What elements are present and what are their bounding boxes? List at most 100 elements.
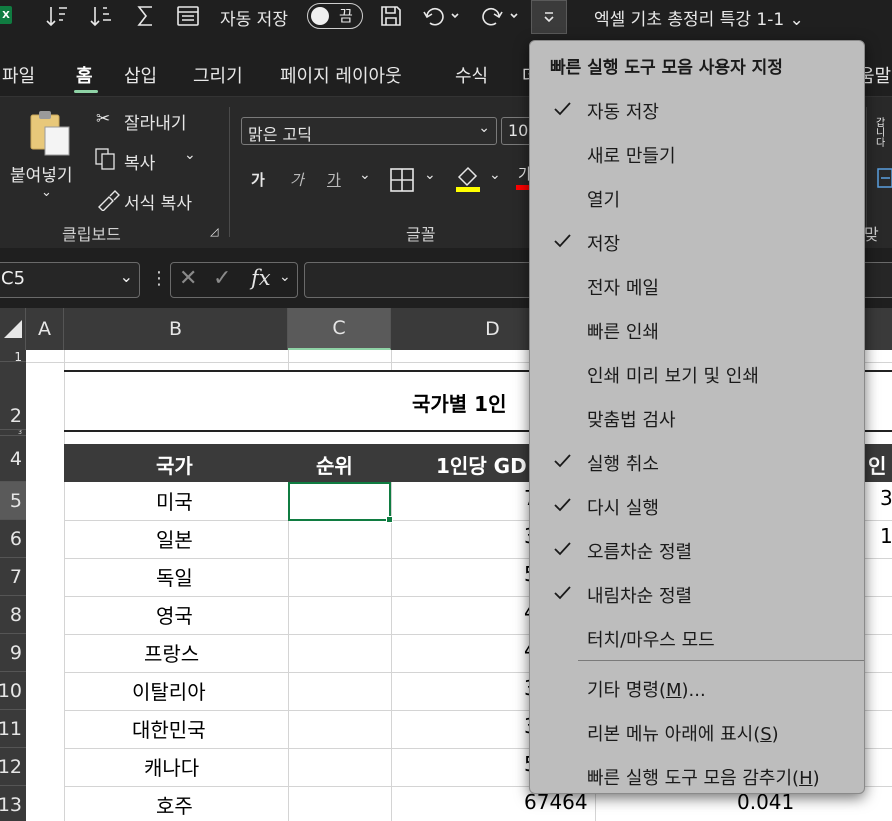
- form-icon[interactable]: [170, 0, 206, 32]
- menu-item-autosave[interactable]: 자동 저장: [530, 87, 864, 131]
- select-all-button[interactable]: [0, 308, 26, 350]
- row-header[interactable]: 2: [0, 362, 26, 430]
- column-header-b[interactable]: B: [64, 308, 288, 350]
- document-title[interactable]: 엑셀 기초 총정리 특강 1-1 ⌄: [594, 5, 804, 30]
- row-header[interactable]: 8: [0, 596, 26, 634]
- menu-item-touch-mode[interactable]: 터치/마우스 모드: [530, 615, 864, 659]
- active-cell-c5[interactable]: [288, 482, 391, 521]
- country-cell[interactable]: 미국: [156, 486, 193, 515]
- paste-chevron-icon[interactable]: ⌄: [41, 185, 52, 200]
- enter-icon[interactable]: ✓: [213, 266, 231, 291]
- growth-cell[interactable]: 1: [880, 524, 892, 548]
- customize-qat-button[interactable]: [531, 0, 567, 34]
- fill-color-chevron-icon[interactable]: ⌄: [489, 167, 501, 183]
- menu-item-open[interactable]: 열기: [530, 175, 864, 219]
- copy-button[interactable]: 복사: [124, 149, 155, 174]
- insert-function-icon[interactable]: fx: [251, 266, 271, 290]
- more-options-icon[interactable]: ⋮: [150, 268, 168, 289]
- menu-item-quick-print[interactable]: 빠른 인쇄: [530, 307, 864, 351]
- merge-icon[interactable]: [876, 167, 892, 189]
- row-header[interactable]: 7: [0, 558, 26, 596]
- fill-color-icon[interactable]: [454, 163, 482, 193]
- menu-item-suffix: )...: [681, 680, 706, 701]
- copy-icon[interactable]: [94, 147, 120, 171]
- row-header[interactable]: 4: [0, 436, 26, 482]
- format-painter-icon[interactable]: [96, 187, 122, 212]
- tab-formulas[interactable]: 수식: [455, 62, 488, 88]
- autosum-icon[interactable]: [128, 0, 164, 32]
- menu-item-hide-toolbar[interactable]: 빠른 실행 도구 모음 감추기(H): [530, 753, 864, 797]
- clipboard-launcher-icon[interactable]: ◿: [210, 225, 218, 238]
- scissors-icon[interactable]: ✂: [96, 109, 110, 129]
- fill-handle[interactable]: [386, 516, 393, 523]
- row-header[interactable]: 11: [0, 710, 26, 748]
- menu-item-label: 새로 만들기: [587, 146, 676, 167]
- menu-item-new[interactable]: 새로 만들기: [530, 131, 864, 175]
- country-cell[interactable]: 영국: [156, 600, 193, 629]
- row-header[interactable]: 10: [0, 672, 26, 710]
- menu-item-print-preview[interactable]: 인쇄 미리 보기 및 인쇄: [530, 351, 864, 395]
- country-cell[interactable]: 일본: [156, 524, 193, 553]
- menu-item-spelling[interactable]: 맞춤법 검사: [530, 395, 864, 439]
- country-cell[interactable]: 캐나다: [144, 752, 199, 781]
- growth-cell[interactable]: 3: [880, 486, 892, 510]
- copy-chevron-icon[interactable]: ⌄: [184, 147, 196, 163]
- paste-button[interactable]: 붙여넣기: [10, 161, 73, 186]
- chevron-down-icon[interactable]: ⌄: [120, 267, 133, 286]
- format-painter-button[interactable]: 서식 복사: [124, 189, 192, 214]
- tab-insert[interactable]: 삽입: [124, 62, 157, 88]
- menu-item-more-commands[interactable]: 기타 명령(M)...: [530, 665, 864, 709]
- cut-button[interactable]: 잘라내기: [124, 109, 187, 134]
- chevron-down-icon[interactable]: ⌄: [279, 269, 291, 285]
- menu-item-email[interactable]: 전자 메일: [530, 263, 864, 307]
- country-cell[interactable]: 프랑스: [144, 638, 199, 667]
- tab-file[interactable]: 파일: [2, 62, 35, 88]
- row-header[interactable]: 13: [0, 786, 26, 821]
- menu-item-sort-ascending[interactable]: 오름차순 정렬: [530, 527, 864, 571]
- borders-chevron-icon[interactable]: ⌄: [424, 167, 436, 183]
- sort-descending-icon[interactable]: [84, 0, 120, 32]
- menu-item-label: 오름차순 정렬: [587, 542, 693, 563]
- row-header[interactable]: 9: [0, 634, 26, 672]
- font-name-value: 맑은 고딕: [248, 125, 312, 144]
- underline-button[interactable]: 가: [327, 169, 341, 190]
- sort-ascending-icon[interactable]: [40, 0, 76, 32]
- tab-draw[interactable]: 그리기: [193, 62, 243, 88]
- country-cell[interactable]: 호주: [156, 790, 193, 819]
- underline-chevron-icon[interactable]: ⌄: [359, 167, 371, 183]
- autosave-label: 자동 저장: [220, 10, 288, 30]
- menu-item-save[interactable]: 저장: [530, 219, 864, 263]
- name-box[interactable]: C5 ⌄: [0, 262, 140, 298]
- country-cell[interactable]: 이탈리아: [132, 676, 206, 705]
- autosave-toggle[interactable]: 끔: [307, 3, 363, 29]
- menu-item-undo[interactable]: 실행 취소: [530, 439, 864, 483]
- row-header[interactable]: 1: [0, 350, 26, 362]
- save-icon[interactable]: [374, 0, 408, 32]
- menu-item-show-below-ribbon[interactable]: 리본 메뉴 아래에 표시(S): [530, 709, 864, 753]
- bold-button[interactable]: 가: [251, 169, 265, 190]
- row-header[interactable]: 6: [0, 520, 26, 558]
- undo-icon[interactable]: [418, 0, 464, 32]
- menu-item-redo[interactable]: 다시 실행: [530, 483, 864, 527]
- menu-item-label: 리본 메뉴 아래에 표시(S): [587, 720, 779, 746]
- wrap-text-button[interactable]: 갑니 다: [876, 119, 890, 149]
- tab-page-layout[interactable]: 페이지 레이아웃: [280, 62, 402, 88]
- row-header[interactable]: 12: [0, 748, 26, 786]
- menu-item-sort-descending[interactable]: 내림차순 정렬: [530, 571, 864, 615]
- header-gdp: 1인당 GD: [436, 454, 527, 478]
- paste-icon[interactable]: [27, 109, 73, 157]
- tab-home[interactable]: 홈: [76, 62, 93, 88]
- checkmark-icon: [554, 498, 571, 512]
- borders-icon[interactable]: [389, 167, 415, 193]
- row-header[interactable]: 5: [0, 482, 26, 520]
- country-cell[interactable]: 대한민국: [132, 714, 206, 743]
- italic-button[interactable]: 가: [290, 169, 304, 190]
- gridline: [288, 350, 289, 372]
- menu-item-label: 실행 취소: [587, 454, 659, 475]
- column-header-a[interactable]: A: [26, 308, 64, 350]
- font-name-combo[interactable]: 맑은 고딕 ⌄: [241, 117, 497, 145]
- column-header-c[interactable]: C: [288, 308, 391, 350]
- redo-icon[interactable]: [474, 0, 524, 32]
- country-cell[interactable]: 독일: [156, 562, 193, 591]
- cancel-icon[interactable]: ✕: [179, 266, 197, 291]
